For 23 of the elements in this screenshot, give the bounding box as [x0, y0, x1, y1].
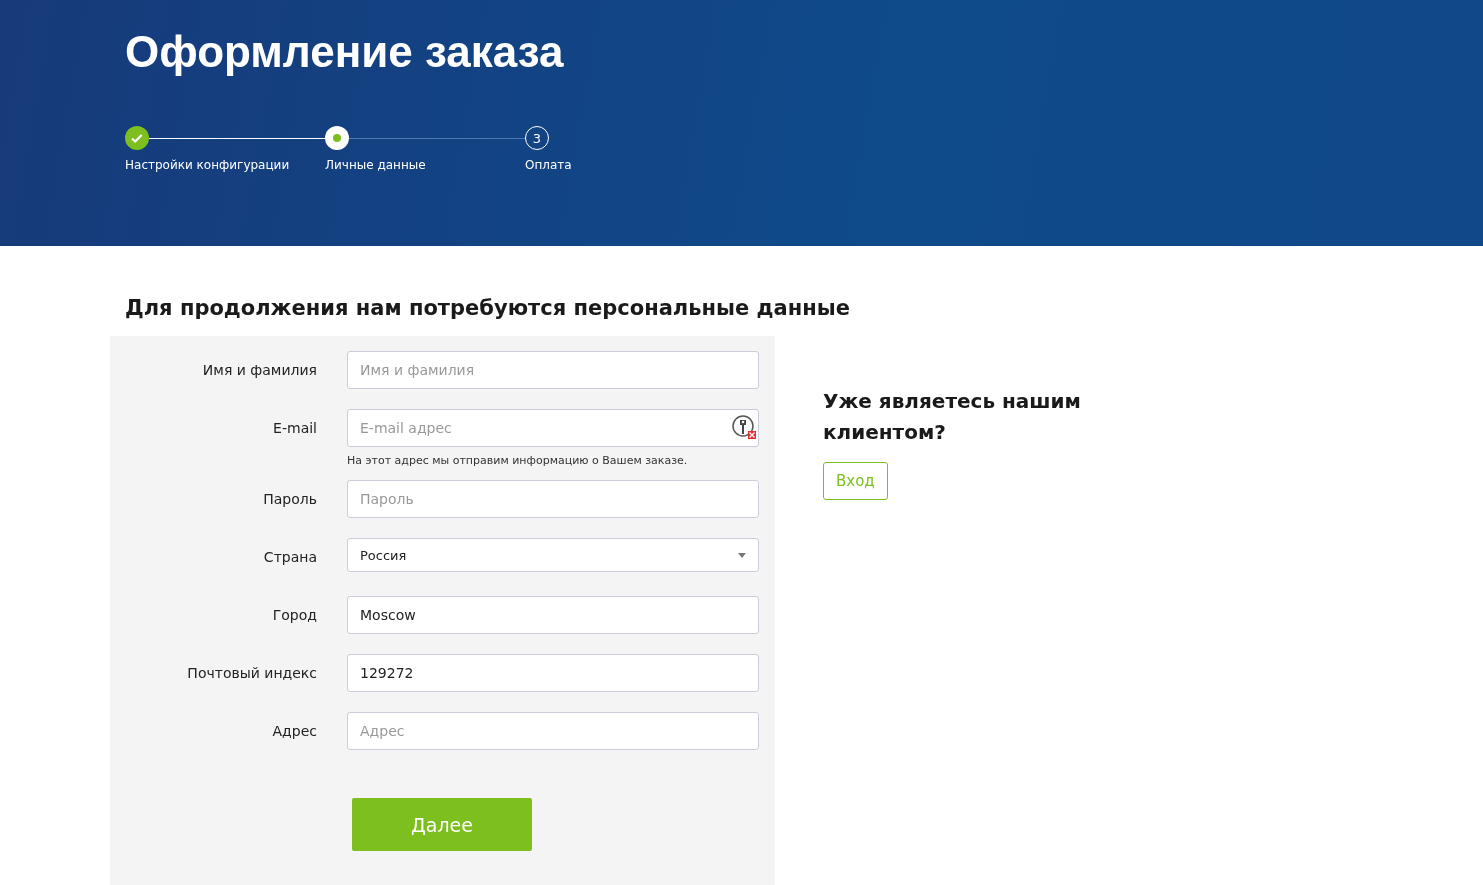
input-field[interactable]: Имя и фамилия — [347, 351, 759, 389]
key-icon[interactable] — [732, 415, 756, 439]
step-label: Настройки конфигурации — [125, 158, 291, 172]
input-field[interactable]: 129272 — [347, 654, 759, 692]
field-label: Почтовый индекс — [186, 664, 318, 683]
field-label: E-mail — [272, 419, 318, 438]
input-field[interactable]: Moscow — [347, 596, 759, 634]
field-label: Город — [271, 606, 318, 625]
input-field[interactable]: Адрес — [347, 712, 759, 750]
login-heading: Уже являетесь нашим клиентом? — [823, 388, 1082, 446]
input-field[interactable]: Пароль — [347, 480, 759, 518]
field-hint: На этот адрес мы отправим информацию о Вашем заказе. — [347, 454, 689, 467]
step-label: Личные данные — [325, 158, 427, 172]
field-label: Пароль — [262, 490, 318, 509]
field-label: Имя и фамилия — [201, 361, 318, 380]
section-heading: Для продолжения нам потребуются персональные данные — [125, 296, 851, 320]
field-label: Страна — [262, 548, 318, 567]
input-field[interactable]: E-mail адрес — [347, 409, 759, 447]
country-select[interactable]: Россия — [347, 538, 759, 572]
page-title: Оформление заказа — [125, 26, 565, 78]
step-label: Оплата — [525, 158, 573, 172]
field-label: Адрес — [271, 722, 318, 741]
caret-icon — [738, 552, 746, 558]
